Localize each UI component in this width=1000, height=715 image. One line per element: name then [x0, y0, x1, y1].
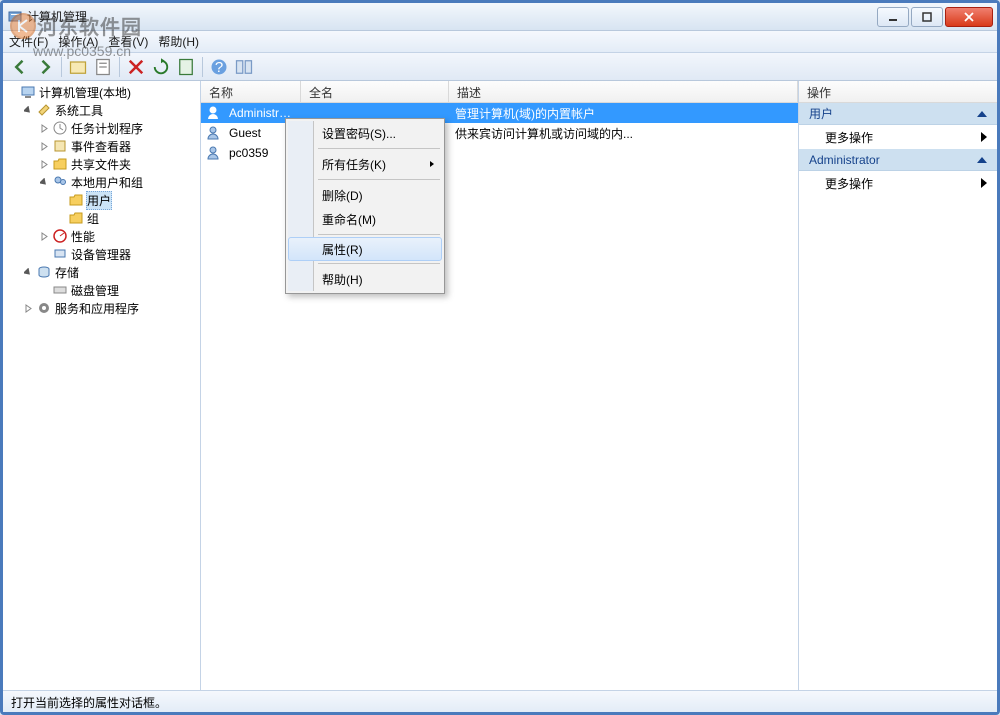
tree-groups[interactable]: 组: [51, 209, 200, 227]
toolbar: ?: [3, 53, 997, 81]
properties-button[interactable]: [92, 56, 114, 78]
device-icon: [52, 246, 68, 262]
close-button[interactable]: [945, 7, 993, 27]
menu-all-tasks[interactable]: 所有任务(K): [288, 152, 442, 176]
menu-set-password[interactable]: 设置密码(S)...: [288, 121, 442, 145]
actions-section-users[interactable]: 用户: [799, 103, 997, 125]
performance-icon: [52, 228, 68, 244]
collapse-icon[interactable]: [23, 105, 34, 116]
help-button[interactable]: ?: [208, 56, 230, 78]
tree-users[interactable]: 用户: [51, 191, 200, 209]
storage-icon: [36, 264, 52, 280]
collapse-icon[interactable]: [23, 267, 34, 278]
menu-separator: [318, 234, 440, 235]
tree-storage[interactable]: 存储: [19, 263, 200, 281]
shared-folder-icon: [52, 156, 68, 172]
menu-help[interactable]: 帮助(H): [288, 267, 442, 291]
action-more-administrator[interactable]: 更多操作: [799, 171, 997, 195]
refresh-button[interactable]: [150, 56, 172, 78]
toolbar-separator: [202, 57, 203, 77]
menu-separator: [318, 263, 440, 264]
tools-icon: [36, 102, 52, 118]
tree-pane: 计算机管理(本地) 系统工具 任务计划程序: [3, 81, 201, 690]
actions-pane: 操作 用户 更多操作 Administrator 更多操作: [799, 81, 997, 690]
tree-disk-management[interactable]: 磁盘管理: [35, 281, 200, 299]
cell-description: 管理计算机(域)的内置帐户: [449, 105, 798, 122]
tree-task-scheduler[interactable]: 任务计划程序: [35, 119, 200, 137]
users-icon: [52, 174, 68, 190]
submenu-arrow-icon: [428, 157, 436, 171]
menu-help[interactable]: 帮助(H): [158, 33, 199, 50]
column-description[interactable]: 描述: [449, 81, 798, 102]
expand-icon[interactable]: [39, 231, 50, 242]
up-button[interactable]: [67, 56, 89, 78]
menu-separator: [318, 179, 440, 180]
show-hide-button[interactable]: [233, 56, 255, 78]
tree-device-manager[interactable]: 设备管理器: [35, 245, 200, 263]
actions-header: 操作: [799, 81, 997, 103]
window-title: 计算机管理: [27, 8, 877, 25]
menu-action[interactable]: 操作(A): [58, 33, 98, 50]
expand-icon[interactable]: [23, 303, 34, 314]
user-icon: [205, 125, 221, 141]
action-more-users[interactable]: 更多操作: [799, 125, 997, 149]
folder-icon: [68, 210, 84, 226]
cell-description: 供来宾访问计算机或访问域的内...: [449, 125, 798, 142]
menu-separator: [318, 148, 440, 149]
back-button[interactable]: [9, 56, 31, 78]
clock-icon: [52, 120, 68, 136]
tree-services-apps[interactable]: 服务和应用程序: [19, 299, 200, 317]
maximize-button[interactable]: [911, 7, 943, 27]
expand-icon[interactable]: [39, 159, 50, 170]
title-bar: 计算机管理: [3, 3, 997, 31]
tree-shared-folders[interactable]: 共享文件夹: [35, 155, 200, 173]
services-icon: [36, 300, 52, 316]
column-name[interactable]: 名称: [201, 81, 301, 102]
submenu-arrow-icon: [981, 178, 987, 188]
context-menu: 设置密码(S)... 所有任务(K) 删除(D) 重命名(M) 属性(R) 帮助…: [285, 118, 445, 294]
expand-icon[interactable]: [39, 141, 50, 152]
collapse-icon[interactable]: [39, 177, 50, 188]
menu-properties[interactable]: 属性(R): [288, 237, 442, 261]
list-header: 名称 全名 描述: [201, 81, 798, 103]
user-icon: [205, 145, 221, 161]
event-icon: [52, 138, 68, 154]
toolbar-separator: [61, 57, 62, 77]
toolbar-separator: [119, 57, 120, 77]
folder-icon: [68, 192, 84, 208]
forward-button[interactable]: [34, 56, 56, 78]
tree-system-tools[interactable]: 系统工具: [19, 101, 200, 119]
svg-text:?: ?: [215, 59, 223, 76]
user-icon: [205, 105, 221, 121]
expand-icon[interactable]: [39, 123, 50, 134]
menu-bar: 文件(F) 操作(A) 查看(V) 帮助(H): [3, 31, 997, 53]
disk-icon: [52, 282, 68, 298]
computer-icon: [20, 84, 36, 100]
actions-section-administrator[interactable]: Administrator: [799, 149, 997, 171]
delete-button[interactable]: [125, 56, 147, 78]
app-icon: [7, 9, 23, 25]
status-text: 打开当前选择的属性对话框。: [11, 696, 167, 710]
status-bar: 打开当前选择的属性对话框。: [3, 690, 997, 712]
menu-rename[interactable]: 重命名(M): [288, 207, 442, 231]
tree-root[interactable]: 计算机管理(本地): [3, 83, 200, 101]
menu-file[interactable]: 文件(F): [9, 33, 48, 50]
menu-view[interactable]: 查看(V): [108, 33, 148, 50]
collapse-arrow-icon: [977, 157, 987, 163]
tree-local-users-groups[interactable]: 本地用户和组: [35, 173, 200, 191]
menu-delete[interactable]: 删除(D): [288, 183, 442, 207]
export-button[interactable]: [175, 56, 197, 78]
minimize-button[interactable]: [877, 7, 909, 27]
column-fullname[interactable]: 全名: [301, 81, 449, 102]
tree-performance[interactable]: 性能: [35, 227, 200, 245]
tree-event-viewer[interactable]: 事件查看器: [35, 137, 200, 155]
collapse-arrow-icon: [977, 111, 987, 117]
submenu-arrow-icon: [981, 132, 987, 142]
